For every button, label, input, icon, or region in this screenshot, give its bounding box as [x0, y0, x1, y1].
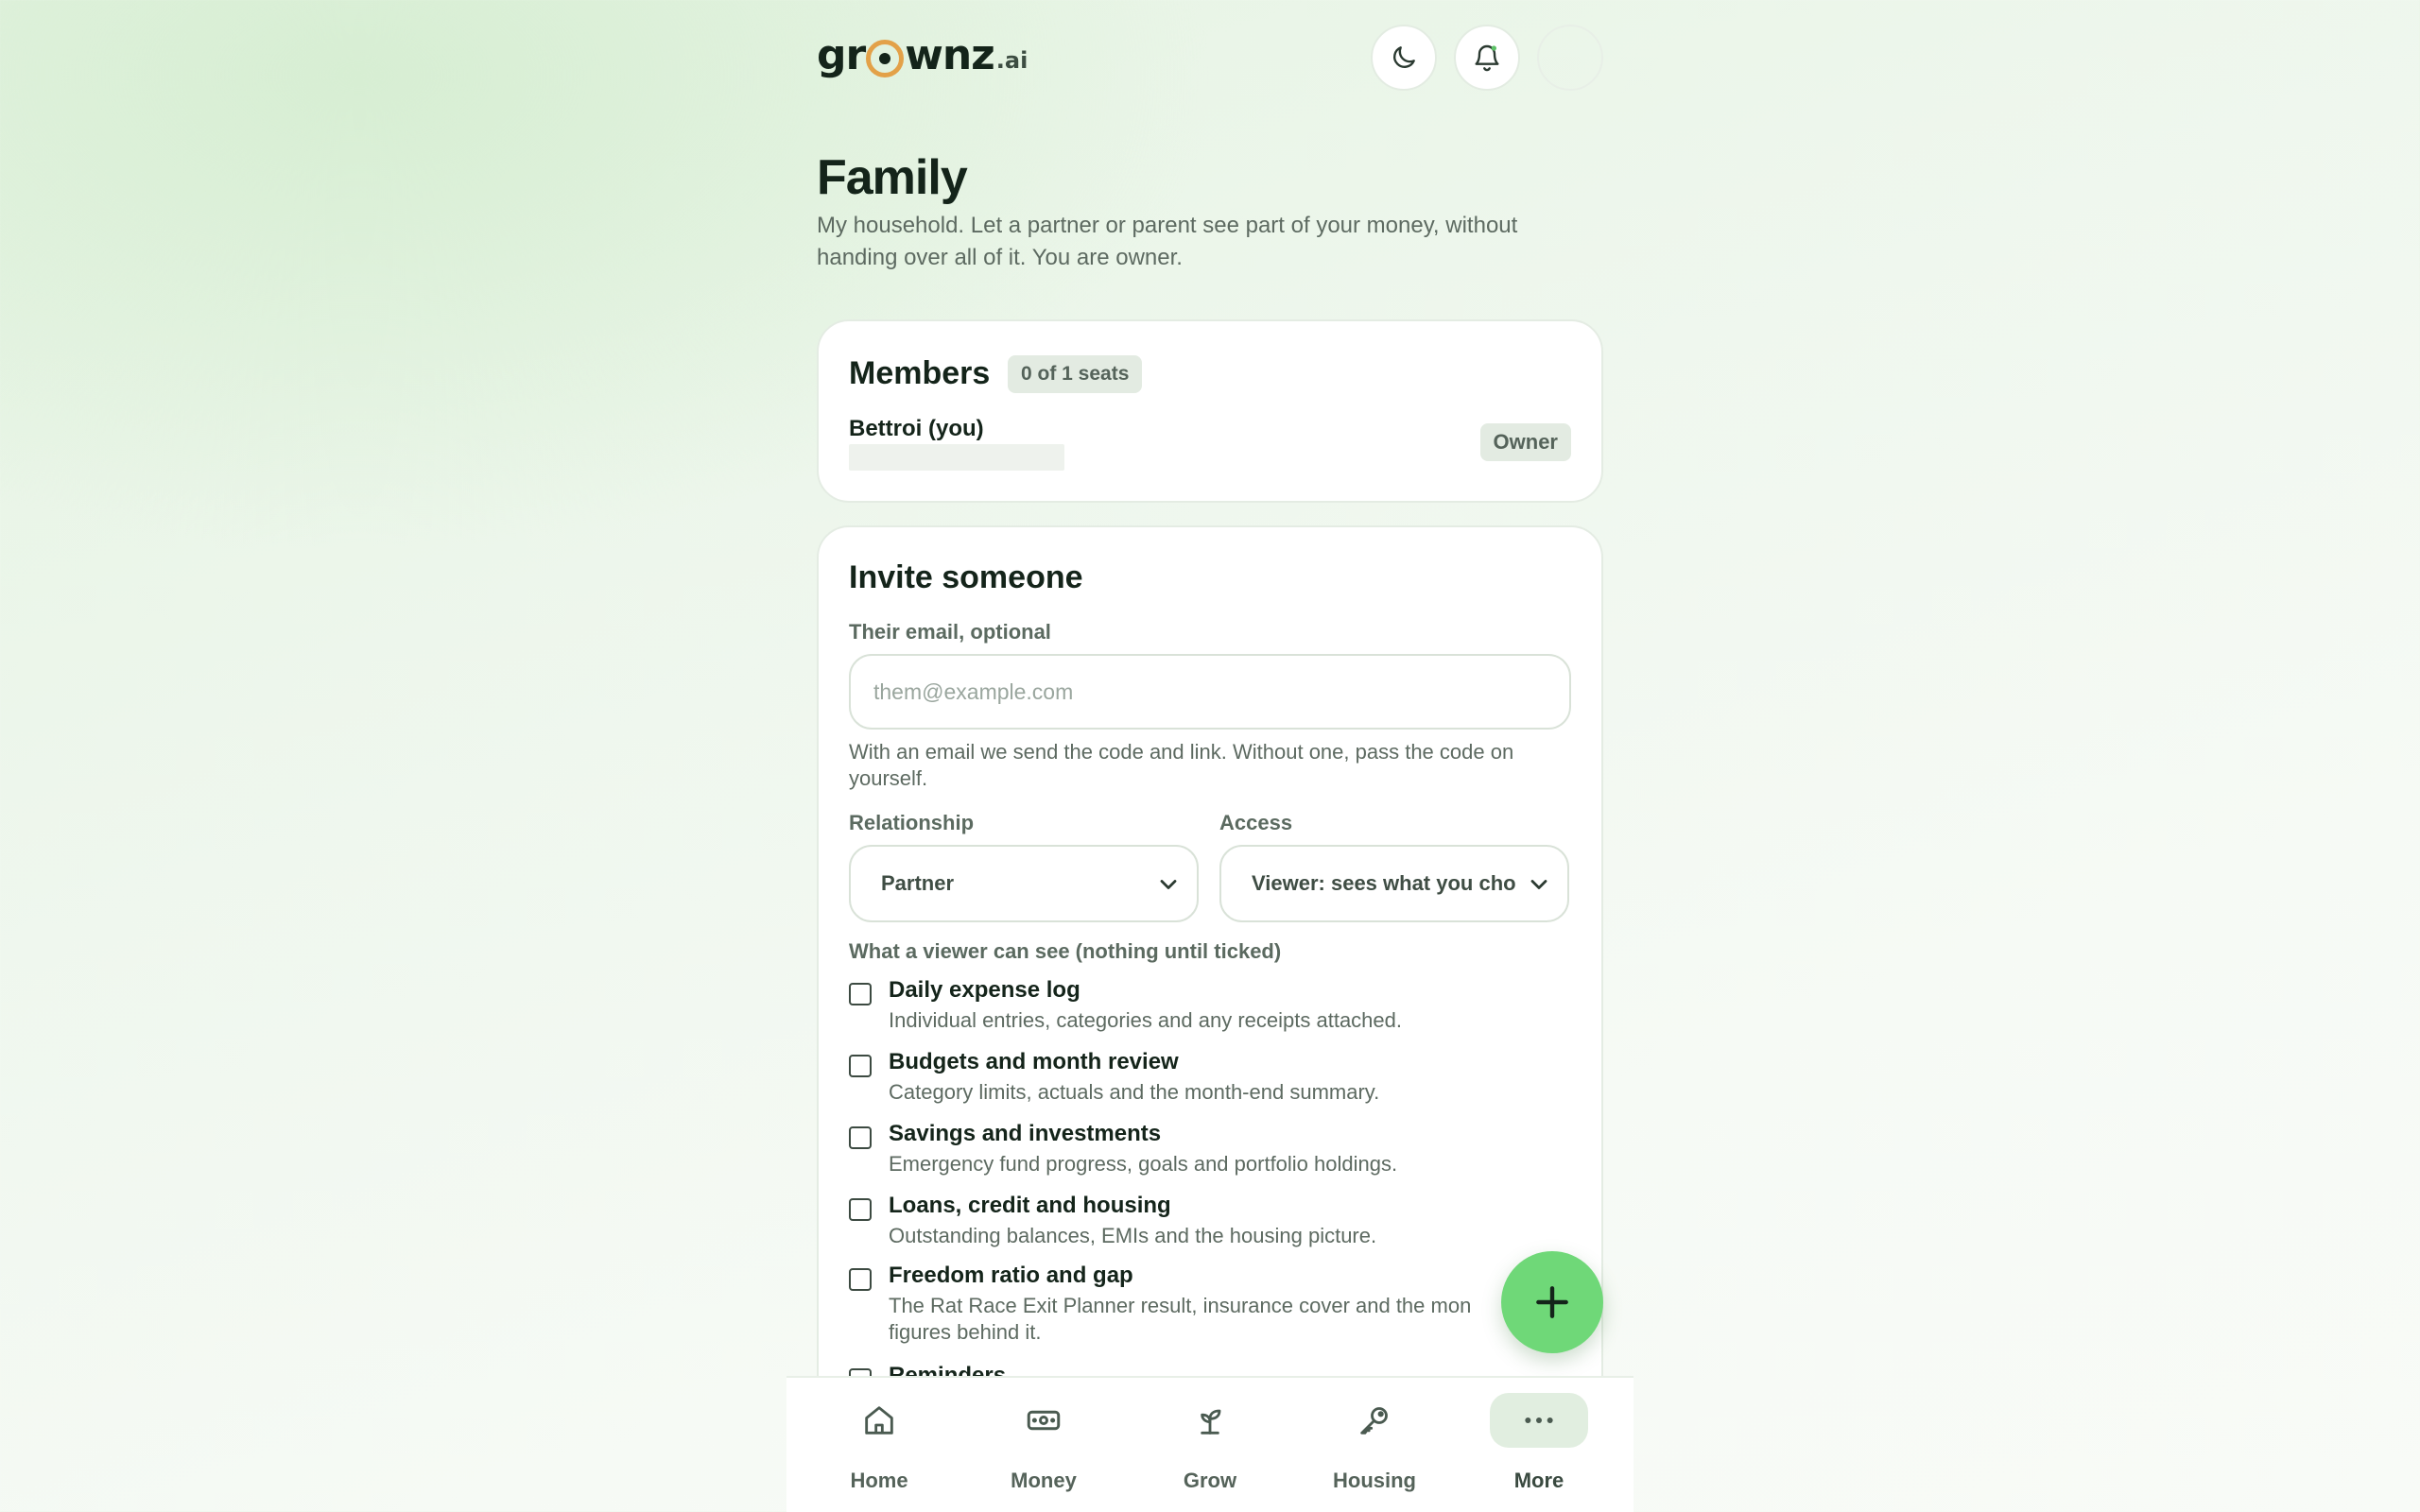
page-title: Family	[817, 150, 968, 205]
option-title: Freedom ratio and gap	[889, 1263, 1133, 1288]
relationship-label: Relationship	[849, 811, 975, 834]
logo-text-end: wnz	[905, 31, 995, 79]
bottom-nav: Home Money Grow Housing More	[786, 1376, 1634, 1512]
access-label: Access	[1219, 811, 1293, 834]
invite-title: Invite someone	[849, 559, 1083, 595]
members-title: Members	[849, 355, 991, 391]
logo-text-start: gr	[817, 31, 866, 79]
key-icon	[1346, 1393, 1403, 1448]
relationship-value: Partner	[881, 871, 955, 895]
option-title: Budgets and month review	[889, 1049, 1179, 1074]
option-description: Individual entries, categories and any r…	[889, 1008, 1402, 1032]
page-subtitle: My household. Let a partner or parent se…	[817, 213, 1518, 270]
seats-badge: 0 of 1 seats	[1008, 355, 1143, 393]
email-help-text: With an email we send the code and link.…	[849, 740, 1514, 790]
option-title: Savings and investments	[889, 1121, 1162, 1146]
option-description: Outstanding balances, EMIs and the housi…	[889, 1224, 1377, 1247]
nav-label: Home	[850, 1469, 908, 1492]
access-value: Viewer: sees what you cho	[1252, 871, 1516, 895]
viewer-permissions-label: What a viewer can see (nothing until tic…	[849, 939, 1282, 963]
relationship-select[interactable]: Partner	[849, 845, 1199, 922]
member-name: Bettroi (you)	[849, 416, 984, 441]
notifications-button[interactable]	[1454, 25, 1520, 91]
checkbox[interactable]	[849, 1198, 872, 1221]
chevron-down-icon	[1160, 880, 1177, 889]
theme-toggle-button[interactable]	[1371, 25, 1437, 91]
avatar[interactable]	[1537, 25, 1603, 91]
bell-icon	[1475, 44, 1499, 72]
logo-tld: .ai	[995, 47, 1028, 74]
access-select[interactable]: Viewer: sees what you cho	[1219, 845, 1569, 922]
logo-ring-icon	[866, 40, 905, 77]
option-description: Emergency fund progress, goals and portf…	[889, 1152, 1398, 1176]
email-field[interactable]	[849, 654, 1571, 730]
members-card: Members 0 of 1 seats Bettroi (you) Owner	[817, 319, 1603, 503]
nav-item-money[interactable]: Money	[987, 1393, 1100, 1497]
checkbox[interactable]	[849, 983, 872, 1005]
nav-item-housing[interactable]: Housing	[1318, 1393, 1431, 1497]
chevron-down-icon	[1530, 880, 1547, 889]
nav-label: Money	[1011, 1469, 1077, 1492]
option-description: The Rat Race Exit Planner result, insura…	[889, 1294, 1472, 1344]
more-icon	[1490, 1393, 1588, 1448]
app-column: gr wnz .ai Family My household. Let a pa…	[786, 0, 1634, 1512]
brand-logo[interactable]: gr wnz .ai	[817, 31, 1028, 79]
sprout-icon	[1182, 1393, 1238, 1448]
nav-label: Grow	[1183, 1469, 1237, 1492]
plus-icon	[1536, 1286, 1568, 1318]
nav-label: Housing	[1333, 1469, 1416, 1492]
checkbox[interactable]	[849, 1126, 872, 1149]
email-label: Their email, optional	[849, 620, 1051, 644]
member-email-redacted	[849, 444, 1064, 471]
add-button[interactable]	[1501, 1251, 1603, 1353]
nav-item-grow[interactable]: Grow	[1153, 1393, 1267, 1497]
checkbox[interactable]	[849, 1055, 872, 1077]
home-icon	[851, 1393, 908, 1448]
role-badge: Owner	[1479, 423, 1571, 461]
nav-label: More	[1513, 1469, 1564, 1492]
nav-item-home[interactable]: Home	[822, 1393, 936, 1497]
money-icon	[1015, 1393, 1072, 1448]
checkbox[interactable]	[849, 1268, 872, 1291]
nav-item-more[interactable]: More	[1490, 1393, 1603, 1497]
option-description: Category limits, actuals and the month-e…	[889, 1080, 1380, 1104]
option-title: Daily expense log	[889, 977, 1080, 1003]
option-title: Loans, credit and housing	[889, 1193, 1171, 1218]
moon-icon	[1393, 46, 1415, 68]
invite-card: Invite someone Their email, optional Wit…	[817, 525, 1603, 1512]
